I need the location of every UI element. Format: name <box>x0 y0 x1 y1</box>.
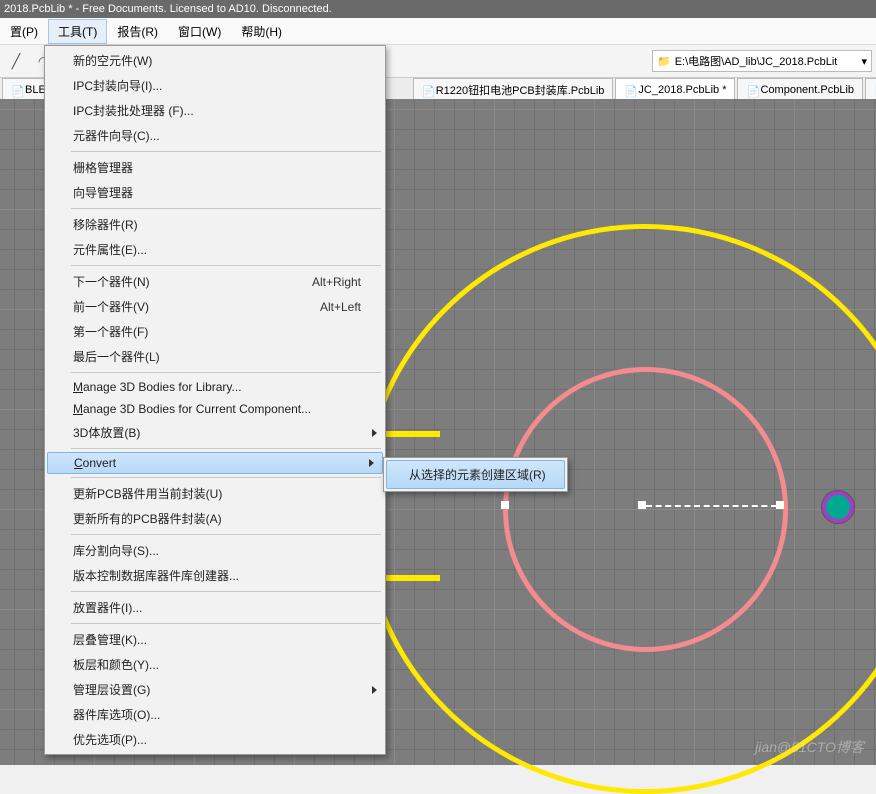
doc-icon: 📄 <box>624 85 634 95</box>
inner-circle-outline <box>503 367 788 652</box>
dd-manage-3d-lib[interactable]: Manage 3D Bodies for Library... <box>45 376 385 398</box>
selection-handle-center[interactable] <box>638 501 646 509</box>
dd-component-wizard[interactable]: 元器件向导(C)... <box>45 123 385 148</box>
convert-submenu: 从选择的元素创建区域(R) <box>383 457 568 492</box>
submenu-arrow-icon <box>369 459 374 467</box>
tab-component[interactable]: 📄Component.PcbLib <box>737 78 863 100</box>
dd-create-region-from-selection[interactable]: 从选择的元素创建区域(R) <box>386 460 565 489</box>
menu-report[interactable]: 报告(R) <box>107 19 168 44</box>
tools-dropdown: 新的空元件(W) IPC封装向导(I)... IPC封装批处理器 (F)... … <box>44 45 386 755</box>
tool-line-icon[interactable]: ╱ <box>4 49 28 73</box>
dd-grid-manager[interactable]: 栅格管理器 <box>45 155 385 180</box>
dd-remove-component[interactable]: 移除器件(R) <box>45 212 385 237</box>
dd-component-props[interactable]: 元件属性(E)... <box>45 237 385 262</box>
doc-icon: 📄 <box>422 85 432 95</box>
dd-sep <box>71 534 381 535</box>
dd-sep <box>71 372 381 373</box>
selection-handle-right[interactable] <box>776 501 784 509</box>
dd-last-component[interactable]: 最后一个器件(L) <box>45 344 385 369</box>
dd-prev-component[interactable]: 前一个器件(V)Alt+Left <box>45 294 385 319</box>
dd-update-current-footprint[interactable]: 更新PCB器件用当前封装(U) <box>45 481 385 506</box>
dd-sep <box>71 208 381 209</box>
selection-handle-left[interactable] <box>501 501 509 509</box>
dd-layers-colors[interactable]: 板层和颜色(Y)... <box>45 652 385 677</box>
dd-place-component[interactable]: 放置器件(I)... <box>45 595 385 620</box>
submenu-arrow-icon <box>372 686 377 694</box>
dd-update-all-footprints[interactable]: 更新所有的PCB器件封装(A) <box>45 506 385 531</box>
dd-sep <box>71 265 381 266</box>
folder-icon: 📁 <box>657 55 671 68</box>
menu-place[interactable]: 置(P) <box>0 19 48 44</box>
path-box[interactable]: 📁 E:\电路图\AD_lib\JC_2018.PcbLit ▾ <box>652 50 872 72</box>
dd-sep <box>71 477 381 478</box>
dd-first-component[interactable]: 第一个器件(F) <box>45 319 385 344</box>
dd-sep <box>71 151 381 152</box>
menu-help[interactable]: 帮助(H) <box>231 19 292 44</box>
dd-lib-options[interactable]: 器件库选项(O)... <box>45 702 385 727</box>
dd-new-empty-component[interactable]: 新的空元件(W) <box>45 48 385 73</box>
tab-r1220[interactable]: 📄R1220钮扣电池PCB封装库.PcbLib <box>413 78 614 100</box>
dd-sep <box>71 448 381 449</box>
dd-3d-body-place[interactable]: 3D体放置(B) <box>45 420 385 445</box>
window-title: 2018.PcbLib * - Free Documents. Licensed… <box>4 3 332 15</box>
dd-guide-manager[interactable]: 向导管理器 <box>45 180 385 205</box>
window-title-bar: 2018.PcbLib * - Free Documents. Licensed… <box>0 0 876 18</box>
dd-layer-stack-mgr[interactable]: 层叠管理(K)... <box>45 627 385 652</box>
menu-bar: 置(P) 工具(T) 报告(R) 窗口(W) 帮助(H) <box>0 18 876 45</box>
tab-jc2018[interactable]: 📄JC_2018.PcbLib * <box>615 78 735 100</box>
dd-manage-3d-current[interactable]: Manage 3D Bodies for Current Component..… <box>45 398 385 420</box>
doc-icon: 📄 <box>11 85 21 95</box>
dd-convert[interactable]: Convert <box>47 452 383 474</box>
dd-ipc-wizard[interactable]: IPC封装向导(I)... <box>45 73 385 98</box>
dd-sep <box>71 623 381 624</box>
tab-buzzer[interactable]: 📄6开关蜂鸣器电 <box>865 78 876 100</box>
dd-ipc-batch[interactable]: IPC封装批处理器 (F)... <box>45 98 385 123</box>
menu-tools[interactable]: 工具(T) <box>48 19 107 44</box>
dd-vcs-db-lib-creator[interactable]: 版本控制数据库器件库创建器... <box>45 563 385 588</box>
dd-manage-layer-settings[interactable]: 管理层设置(G) <box>45 677 385 702</box>
submenu-arrow-icon <box>372 429 377 437</box>
doc-icon: 📄 <box>746 85 756 95</box>
menu-window[interactable]: 窗口(W) <box>168 19 231 44</box>
dropdown-arrow-icon[interactable]: ▾ <box>861 55 867 68</box>
selection-radius-line <box>646 505 777 507</box>
dd-sep <box>71 591 381 592</box>
path-text: E:\电路图\AD_lib\JC_2018.PcbLit <box>675 53 838 69</box>
dd-preferences[interactable]: 优先选项(P)... <box>45 727 385 752</box>
dd-next-component[interactable]: 下一个器件(N)Alt+Right <box>45 269 385 294</box>
dd-lib-split-wizard[interactable]: 库分割向导(S)... <box>45 538 385 563</box>
via-pad[interactable] <box>822 491 854 523</box>
